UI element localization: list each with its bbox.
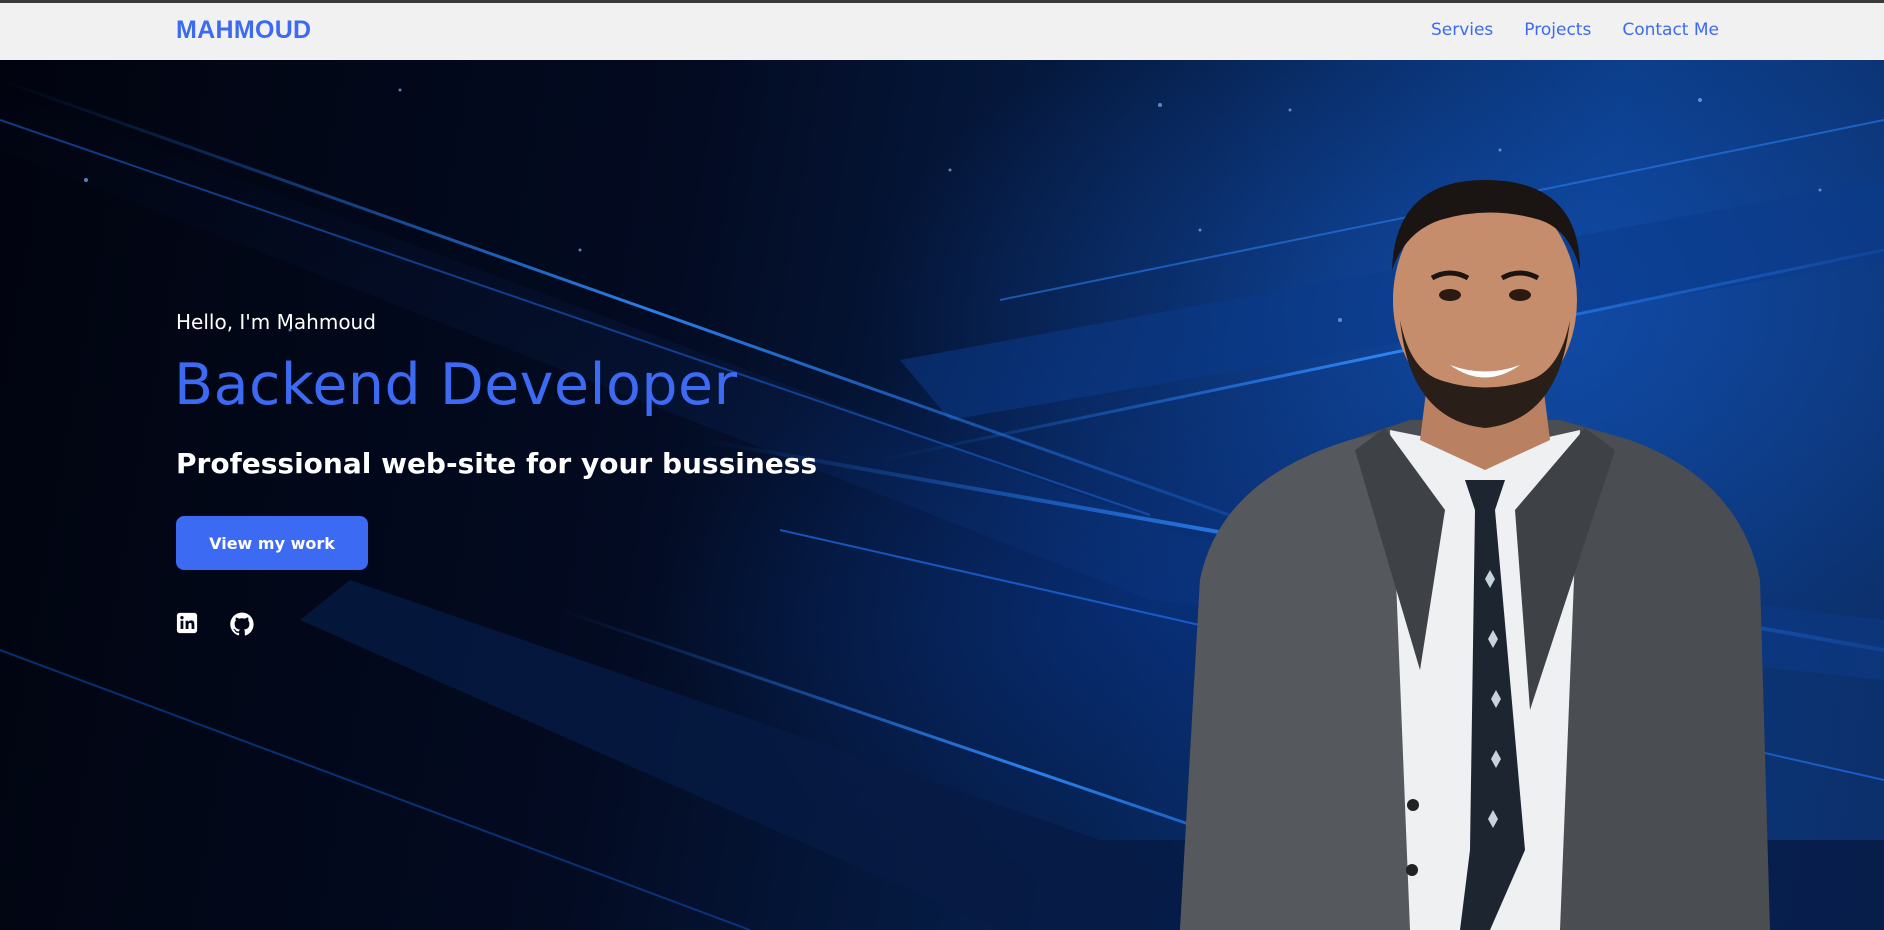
github-icon[interactable]	[230, 612, 254, 636]
social-links	[176, 612, 254, 636]
hero-section: Hello, I'm Mahmoud Backend Developer Pro…	[0, 60, 1884, 930]
nav-link-contact[interactable]: Contact Me	[1622, 20, 1719, 40]
view-my-work-button[interactable]: View my work	[176, 516, 368, 570]
nav-links: Servies Projects Contact Me	[1431, 20, 1719, 40]
greeting-text: Hello, I'm Mahmoud	[176, 310, 376, 334]
role-heading: Backend Developer	[174, 352, 738, 418]
linkedin-icon[interactable]	[176, 612, 200, 636]
navbar: MAHMOUD Servies Projects Contact Me	[0, 3, 1884, 60]
nav-link-services[interactable]: Servies	[1431, 20, 1493, 40]
nav-link-projects[interactable]: Projects	[1524, 20, 1591, 40]
tagline-text: Professional web-site for your bussiness	[176, 447, 818, 480]
site-logo[interactable]: MAHMOUD	[176, 16, 311, 45]
profile-portrait	[1180, 180, 1770, 930]
